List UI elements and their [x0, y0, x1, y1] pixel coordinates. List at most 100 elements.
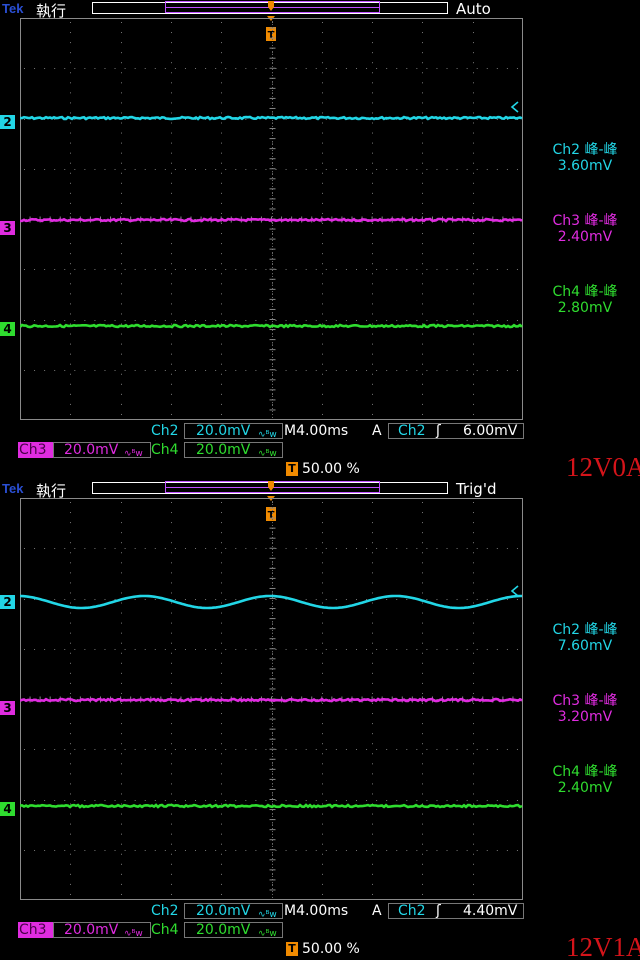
- grid-dot: [134, 649, 136, 650]
- grid-dot: [245, 649, 247, 650]
- scope-header: Tek 執行 Trig'd: [0, 480, 640, 500]
- grid-dot: [406, 749, 408, 750]
- grid-dot: [496, 269, 498, 270]
- grid-dot: [70, 283, 71, 285]
- grid-dot: [221, 223, 222, 224]
- grid-dot: [272, 763, 273, 765]
- grid-dot: [114, 169, 116, 170]
- grid-dot: [171, 522, 172, 524]
- grid-dot: [305, 599, 307, 600]
- grid-dot: [355, 850, 357, 851]
- grid-dot: [516, 800, 518, 801]
- grid-dot: [121, 542, 122, 544]
- grid-dot: [121, 313, 122, 315]
- grid-dot: [422, 532, 423, 534]
- grid-dot: [121, 823, 122, 825]
- grid-dot: [24, 269, 25, 270]
- grid-dot: [225, 370, 227, 371]
- grid-dot: [121, 182, 122, 184]
- grid-dot: [84, 599, 86, 600]
- grid-dot: [325, 370, 327, 371]
- grid-dot: [422, 502, 423, 503]
- grid-dot: [322, 182, 323, 184]
- grid-dot: [322, 542, 323, 544]
- ch4-ground-marker[interactable]: 4: [0, 802, 15, 816]
- grid-dot: [221, 22, 222, 23]
- grid-dot: [426, 548, 428, 549]
- trigger-level-icon: [510, 101, 519, 113]
- grid-dot: [184, 320, 186, 321]
- grid-dot: [255, 800, 257, 801]
- grid-dot: [70, 42, 71, 44]
- grid-dot: [372, 413, 373, 415]
- grid-dot: [70, 853, 71, 855]
- grid-dot: [473, 323, 474, 325]
- ch3-ground-marker[interactable]: 3: [0, 701, 15, 715]
- grid-dot: [24, 370, 25, 371]
- grid-dot: [406, 370, 408, 371]
- grid-dot: [372, 273, 373, 275]
- measurement-value: 3.20mV: [557, 709, 613, 725]
- grid-dot: [70, 413, 71, 415]
- grid-dot: [74, 269, 76, 270]
- grid-dot: [171, 333, 172, 335]
- grid-dot: [406, 599, 408, 600]
- grid-dot: [473, 132, 474, 134]
- ch3-ground-marker[interactable]: 3: [0, 221, 15, 235]
- ch4-ground-marker[interactable]: 4: [0, 322, 15, 336]
- grid-dot: [322, 383, 323, 385]
- grid-dot: [121, 393, 122, 395]
- ch2-ground-marker[interactable]: 2: [0, 595, 15, 609]
- grid-dot: [70, 323, 71, 325]
- grid-dot: [221, 753, 222, 755]
- grid-dot: [94, 370, 96, 371]
- grid-dot: [154, 649, 156, 650]
- grid-dot: [272, 22, 273, 23]
- grid-dot: [473, 602, 474, 604]
- grid-dot: [376, 269, 378, 270]
- grid-dot: [275, 269, 277, 270]
- grid-dot: [473, 223, 474, 224]
- grid-dot: [121, 753, 122, 755]
- grid-dot: [94, 800, 96, 801]
- grid-dot: [315, 649, 317, 650]
- grid-dot: [422, 763, 423, 765]
- grid-dot: [446, 169, 448, 170]
- grid-dot: [184, 850, 186, 851]
- grid-dot: [221, 212, 222, 214]
- grid-dot: [215, 800, 217, 801]
- grid-dot: [473, 263, 474, 265]
- grid-dot: [114, 68, 116, 69]
- grid-dot: [322, 893, 323, 895]
- grid-dot: [70, 612, 71, 614]
- measurement-value: 7.60mV: [557, 638, 613, 654]
- grid-dot: [70, 753, 71, 755]
- grid-dot: [322, 502, 323, 503]
- grid-dot: [422, 112, 423, 114]
- ch2-ground-marker[interactable]: 2: [0, 115, 15, 129]
- grid-dot: [372, 592, 373, 594]
- grid-dot: [174, 320, 176, 321]
- grid-dot: [386, 548, 388, 549]
- grid-dot: [366, 548, 368, 549]
- grid-dot: [406, 548, 408, 549]
- grid-dot: [506, 548, 508, 549]
- grid-dot: [473, 62, 474, 64]
- ch4-scale: 20.0mV: [196, 922, 251, 938]
- grid-dot: [171, 893, 172, 895]
- grid-dot: [436, 749, 438, 750]
- grid-dot: [372, 662, 373, 664]
- grid-dot: [335, 370, 337, 371]
- grid-dot: [171, 132, 172, 134]
- grid-dot: [171, 32, 172, 34]
- grid-dot: [322, 253, 323, 255]
- grid-dot: [184, 269, 186, 270]
- grid-dot: [171, 182, 172, 184]
- grid-dot: [322, 72, 323, 74]
- grid-dot: [195, 68, 197, 69]
- grid-dot: [225, 850, 227, 851]
- ch2-scale: 20.0mV: [196, 903, 251, 919]
- grid-dot: [422, 223, 423, 224]
- grid-dot: [473, 273, 474, 275]
- grid-dot: [322, 212, 323, 214]
